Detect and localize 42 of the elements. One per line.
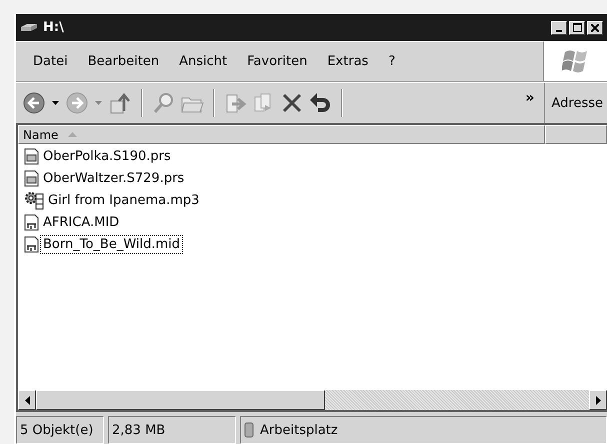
document-icon <box>24 148 39 164</box>
music-file-icon <box>24 236 39 252</box>
more-button[interactable]: » <box>519 90 540 116</box>
scroll-left-button[interactable] <box>18 390 36 410</box>
back-icon[interactable] <box>22 91 46 115</box>
file-name[interactable]: Born_To_Be_Wild.mid <box>40 234 184 254</box>
scroll-right-button[interactable] <box>589 390 607 410</box>
file-name[interactable]: OberWaltzer.S729.prs <box>40 168 188 188</box>
status-location: Arbeitsplatz <box>260 422 338 438</box>
music-file-icon <box>24 214 39 230</box>
delete-icon[interactable] <box>280 91 304 115</box>
scrollbar-thumb[interactable] <box>36 390 325 410</box>
file-name[interactable]: Girl from Ipanema.mp3 <box>45 190 202 210</box>
address-label: Adresse <box>544 83 607 123</box>
file-name[interactable]: OberPolka.S190.prs <box>40 146 174 166</box>
computer-icon <box>244 422 254 438</box>
minimize-icon <box>556 30 562 32</box>
window-title: H:\ <box>43 20 64 35</box>
status-count: 5 Objekt(e) <box>16 416 104 444</box>
minimize-button[interactable] <box>551 20 567 34</box>
menu-item[interactable]: Favoriten <box>238 52 316 71</box>
close-icon <box>591 24 599 32</box>
menu-item[interactable]: Extras <box>318 52 378 71</box>
undo-icon[interactable] <box>308 91 332 115</box>
up-folder-icon[interactable] <box>108 91 132 115</box>
menu-item[interactable]: ? <box>379 52 404 71</box>
gear-film-icon <box>24 190 44 210</box>
maximize-icon <box>572 23 582 32</box>
menu-item[interactable]: Datei <box>24 52 77 71</box>
close-button[interactable] <box>587 20 603 34</box>
flag-logo-icon <box>562 48 590 74</box>
document-icon <box>24 170 39 186</box>
column-header[interactable] <box>545 125 607 144</box>
column-header[interactable]: Name <box>18 125 545 144</box>
menu-item[interactable]: Bearbeiten <box>78 52 168 71</box>
menu-item[interactable]: Ansicht <box>170 52 236 71</box>
file-name[interactable]: AFRICA.MID <box>40 212 122 232</box>
status-size: 2,83 MB <box>108 416 236 444</box>
right-triangle-icon <box>596 396 600 404</box>
left-triangle-icon <box>24 396 30 404</box>
drive-icon <box>20 22 38 32</box>
maximize-button[interactable] <box>569 20 585 34</box>
